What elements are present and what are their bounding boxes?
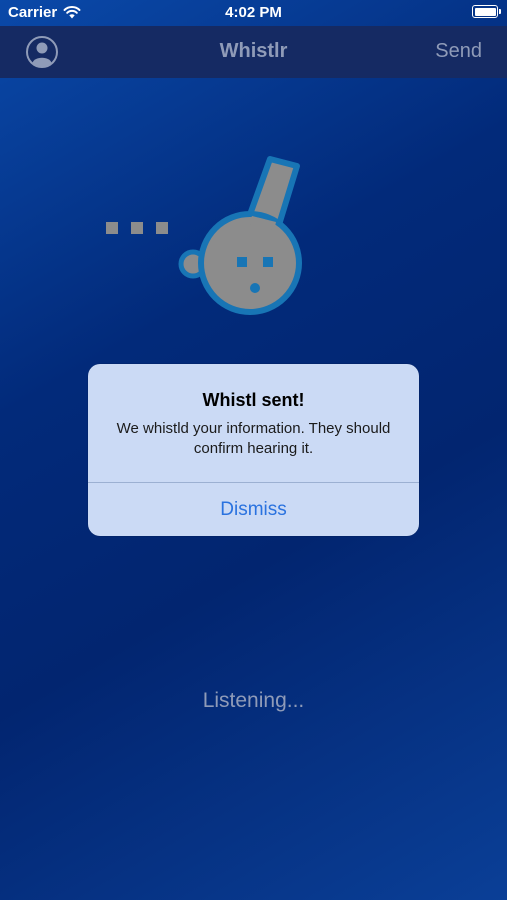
sound-dot xyxy=(156,222,168,234)
dismiss-button[interactable]: Dismiss xyxy=(88,483,419,536)
battery-tip xyxy=(499,9,501,14)
alert-dialog: Whistl sent! We whistld your information… xyxy=(88,364,419,536)
navigation-bar: Whistlr Send xyxy=(0,26,507,78)
app-screen: Carrier 4:02 PM Whistlr Send Whistl sent… xyxy=(0,0,507,900)
battery-fill xyxy=(474,7,496,16)
battery-icon xyxy=(472,5,501,18)
app-title: Whistlr xyxy=(219,40,288,62)
alert-title: Whistl sent! xyxy=(202,390,305,410)
whistle-icon xyxy=(178,156,302,315)
whistle-mouth xyxy=(250,283,260,293)
send-button[interactable]: Send xyxy=(435,40,482,63)
whistle-illustration xyxy=(106,156,302,315)
sound-dot xyxy=(131,222,143,234)
listening-status: Listening... xyxy=(202,689,305,712)
status-time: 4:02 PM xyxy=(225,4,282,21)
sound-dot xyxy=(106,222,118,234)
whistle-eye xyxy=(263,257,273,267)
sound-dots xyxy=(106,222,168,234)
whistle-body xyxy=(198,211,302,315)
alert-message: We whistld your information. They should… xyxy=(116,420,391,457)
whistle-eye xyxy=(237,257,247,267)
status-bar: Carrier 4:02 PM xyxy=(0,0,507,26)
